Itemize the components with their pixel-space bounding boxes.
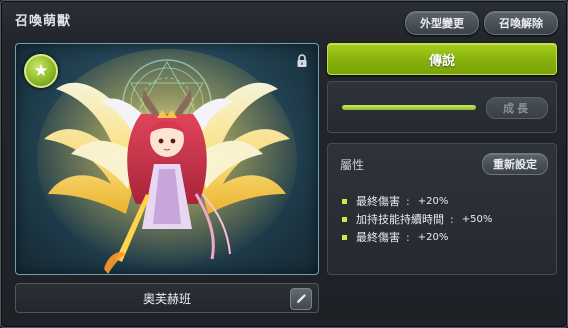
attribute-name: 加持技能持續時間 [356, 213, 444, 226]
attribute-name: 最終傷害 [356, 231, 400, 244]
rename-button[interactable] [290, 288, 312, 310]
pet-portrait: ★ [15, 43, 319, 275]
pencil-icon [297, 294, 306, 303]
attribute-name: 最終傷害 [356, 195, 400, 208]
window-title: 召喚萌獸 [15, 14, 72, 29]
summon-pet-window: 召喚萌獸 外型變更 召喚解除 ★ 奧芙赫班 傳說 成長 屬性 重新設定 最終傷害… [0, 0, 568, 328]
attribute-item: 最終傷害 : +20% [342, 228, 492, 246]
bullet-icon [342, 198, 347, 204]
attribute-list: 最終傷害 : +20% 加持技能持續時間 : +50% 最終傷害 : +20% [342, 192, 492, 246]
change-appearance-button[interactable]: 外型變更 [405, 11, 479, 35]
dismiss-summon-button[interactable]: 召喚解除 [484, 11, 558, 35]
growth-panel: 成長 [327, 81, 557, 133]
star-icon: ★ [24, 54, 58, 88]
attribute-value: +20% [417, 195, 449, 207]
attribute-separator: : [450, 212, 454, 226]
bullet-icon [342, 234, 347, 240]
attribute-value: +50% [461, 213, 493, 225]
attribute-separator: : [406, 230, 410, 244]
growth-progress-fill [342, 105, 476, 110]
attribute-item: 最終傷害 : +20% [342, 192, 492, 210]
attribute-separator: : [406, 194, 410, 208]
growth-progress-bar [342, 105, 476, 110]
attribute-item: 加持技能持續時間 : +50% [342, 210, 492, 228]
bullet-icon [342, 216, 347, 222]
attribute-value: +20% [417, 231, 449, 243]
attributes-panel: 屬性 重新設定 最終傷害 : +20% 加持技能持續時間 : +50% 最終傷害… [327, 143, 557, 275]
rarity-label: 傳說 [327, 43, 557, 75]
attributes-title: 屬性 [340, 158, 365, 172]
grow-button[interactable]: 成長 [486, 97, 548, 119]
lock-icon[interactable] [296, 54, 308, 68]
pet-illustration [37, 49, 297, 274]
reset-attributes-button[interactable]: 重新設定 [482, 153, 548, 175]
pet-name-bar: 奧芙赫班 [15, 283, 319, 313]
pet-name: 奧芙赫班 [142, 292, 191, 306]
